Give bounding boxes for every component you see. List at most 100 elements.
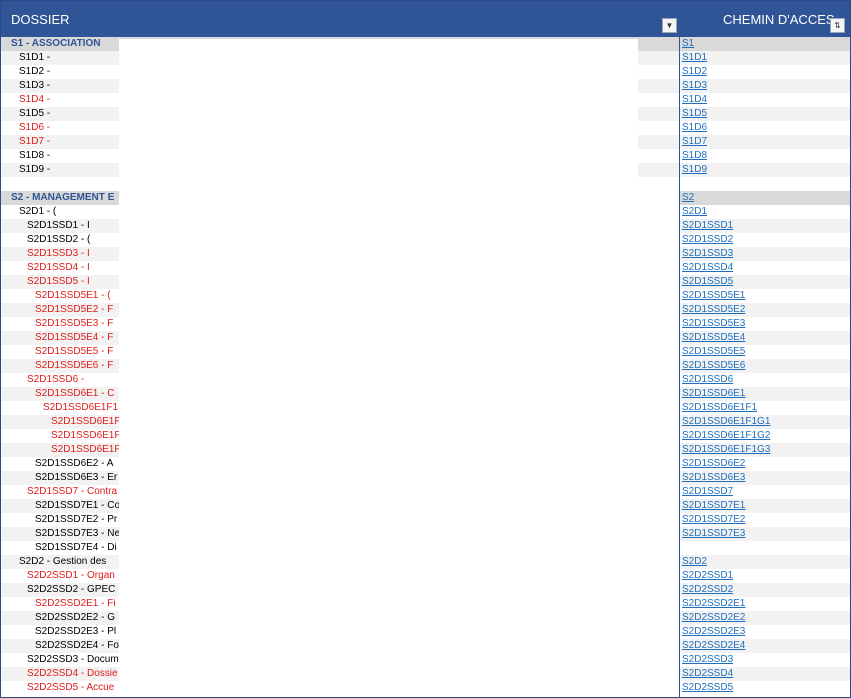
dossier-label: S2D1SSD7 - Contra xyxy=(27,486,118,497)
path-link[interactable]: S2D1SSD5E6 xyxy=(682,359,745,373)
dossier-label: S2D1SSD5E3 - F xyxy=(35,318,114,329)
table-row: S1D7 xyxy=(680,135,850,149)
path-link[interactable]: S2D1SSD7 xyxy=(682,485,733,499)
path-link[interactable]: S2D2SSD3 xyxy=(682,653,733,667)
table-row: S2D1SSD7E2 xyxy=(680,513,850,527)
path-link[interactable]: S2D1SSD3 xyxy=(682,247,733,261)
table-row: S2D1SSD6E1F1G3 xyxy=(680,443,850,457)
table-row: S1D9 xyxy=(680,163,850,177)
dossier-label: S1D6 - xyxy=(19,122,51,133)
dossier-label: S2D1SSD4 - I xyxy=(27,262,90,273)
path-link[interactable]: S2D2SSD2E4 xyxy=(682,639,745,653)
path-link[interactable]: S2D1SSD6E1 xyxy=(682,387,745,401)
path-link[interactable]: S1D4 xyxy=(682,93,707,107)
path-link[interactable]: S1D7 xyxy=(682,135,707,149)
path-link[interactable]: S2D1SSD2 xyxy=(682,233,733,247)
path-link[interactable]: S2D1SSD6E1F1 xyxy=(682,401,757,415)
path-link[interactable]: S2D1SSD7E3 xyxy=(682,527,745,541)
path-link[interactable]: S1 xyxy=(682,37,694,51)
path-link[interactable]: S1D6 xyxy=(682,121,707,135)
path-link[interactable]: S1D1 xyxy=(682,51,707,65)
dossier-label: S2D1SSD6E1 - C xyxy=(35,388,115,399)
path-link[interactable]: S2D2 xyxy=(682,555,707,569)
table-row: S1D5 xyxy=(680,107,850,121)
dossier-label: S2D1SSD5E6 - F xyxy=(35,360,114,371)
column-header-dossier[interactable]: DOSSIER xyxy=(11,12,70,27)
table-row: S2D2SSD2E2 xyxy=(680,611,850,625)
path-link[interactable]: S2D1SSD4 xyxy=(682,261,733,275)
path-link[interactable]: S2D1SSD5E2 xyxy=(682,303,745,317)
table-row: S2D2SSD1 xyxy=(680,569,850,583)
path-link[interactable]: S2D2SSD2E3 xyxy=(682,625,745,639)
dossier-label: S2D2SSD2E2 - G xyxy=(35,612,116,623)
path-link[interactable]: S2D2SSD4 xyxy=(682,667,733,681)
table-row: S2D1SSD5 xyxy=(680,275,850,289)
table-row: S2D2SSD2E3 xyxy=(680,625,850,639)
path-link[interactable]: S2D1SSD6 xyxy=(682,373,733,387)
spreadsheet-table: DOSSIER ▼ CHEMIN D'ACCES ⇅ S1 - ASSOCIAT… xyxy=(0,0,851,698)
dossier-label: S1D3 - xyxy=(19,80,51,91)
table-row: S2D1SSD5E4 xyxy=(680,331,850,345)
table-row: S2D1SSD6E2 xyxy=(680,457,850,471)
path-link[interactable]: S2D1SSD7E1 xyxy=(682,499,745,513)
table-row: S2D1SSD2 xyxy=(680,233,850,247)
path-link[interactable]: S2D2SSD2E2 xyxy=(682,611,745,625)
path-link[interactable]: S2D2SSD1 xyxy=(682,569,733,583)
path-link[interactable]: S1D9 xyxy=(682,163,707,177)
table-row: S2D1SSD3 xyxy=(680,247,850,261)
dossier-label: S1D1 - xyxy=(19,52,51,63)
sort-icon[interactable]: ⇅ xyxy=(830,18,845,33)
dossier-label: S2D1SSD6 - xyxy=(27,374,85,385)
table-row: S2D1SSD5E3 xyxy=(680,317,850,331)
path-link[interactable]: S2D1SSD5E5 xyxy=(682,345,745,359)
path-link[interactable]: S2D2SSD2 xyxy=(682,583,733,597)
dossier-label: S2D1SSD6E1F xyxy=(51,430,121,441)
table-row: S1D1 xyxy=(680,51,850,65)
dossier-label: S1D7 - xyxy=(19,136,51,147)
dossier-label: S1 - ASSOCIATION xyxy=(11,38,101,49)
dossier-label: S2D1SSD7E1 - Co xyxy=(35,500,121,511)
path-link[interactable]: S2D1SSD6E1F1G2 xyxy=(682,429,770,443)
column-header-chemin-acces[interactable]: CHEMIN D'ACCES xyxy=(723,12,835,27)
dossier-label: S2D2SSD4 - Dossie xyxy=(27,668,118,679)
dossier-label: S2D1SSD7E2 - Pr xyxy=(35,514,118,525)
table-row: S1 xyxy=(680,37,850,51)
dossier-label: S1D2 - xyxy=(19,66,51,77)
table-row: S2D2SSD2E1 xyxy=(680,597,850,611)
path-link[interactable]: S2 xyxy=(682,191,694,205)
table-row: S2D2SSD2E4 xyxy=(680,639,850,653)
redaction-overlay xyxy=(119,191,679,697)
path-link[interactable]: S2D1SSD5 xyxy=(682,275,733,289)
table-row: S1D3 xyxy=(680,79,850,93)
dossier-label: S2 - MANAGEMENT E xyxy=(11,192,115,203)
path-link[interactable]: S2D1SSD6E1F1G1 xyxy=(682,415,770,429)
table-row: S1D4 xyxy=(680,93,850,107)
dossier-label: S1D8 - xyxy=(19,150,51,161)
path-link[interactable]: S2D1SSD5E4 xyxy=(682,331,745,345)
dossier-label: S2D2SSD5 - Accue xyxy=(27,682,115,693)
table-row: S2D2SSD3 xyxy=(680,653,850,667)
dropdown-arrow-icon[interactable]: ▼ xyxy=(662,18,677,33)
dossier-label: S2D1SSD5E5 - F xyxy=(35,346,114,357)
path-link[interactable]: S2D1SSD6E1F1G3 xyxy=(682,443,770,457)
path-link[interactable]: S2D1SSD7E2 xyxy=(682,513,745,527)
dossier-label: S2D1SSD6E1F1 xyxy=(43,402,119,413)
path-link[interactable]: S2D1SSD6E3 xyxy=(682,471,745,485)
path-link[interactable]: S2D1SSD5E1 xyxy=(682,289,745,303)
table-row: S1D2 xyxy=(680,65,850,79)
path-link[interactable]: S1D8 xyxy=(682,149,707,163)
path-link[interactable]: S2D1SSD6E2 xyxy=(682,457,745,471)
path-link[interactable]: S1D3 xyxy=(682,79,707,93)
path-link[interactable]: S2D2SSD2E1 xyxy=(682,597,745,611)
path-link[interactable]: S2D2SSD5 xyxy=(682,681,733,695)
path-link[interactable]: S2D1SSD5E3 xyxy=(682,317,745,331)
table-row: S2D1 xyxy=(680,205,850,219)
dossier-label: S2D2SSD3 - Docum xyxy=(27,654,119,665)
dossier-label: S2D1SSD5 - I xyxy=(27,276,90,287)
path-link[interactable]: S2D1SSD1 xyxy=(682,219,733,233)
dossier-label: S2D1SSD5E1 - ( xyxy=(35,290,111,301)
table-row xyxy=(680,541,850,555)
path-link[interactable]: S1D2 xyxy=(682,65,707,79)
path-link[interactable]: S1D5 xyxy=(682,107,707,121)
path-link[interactable]: S2D1 xyxy=(682,205,707,219)
